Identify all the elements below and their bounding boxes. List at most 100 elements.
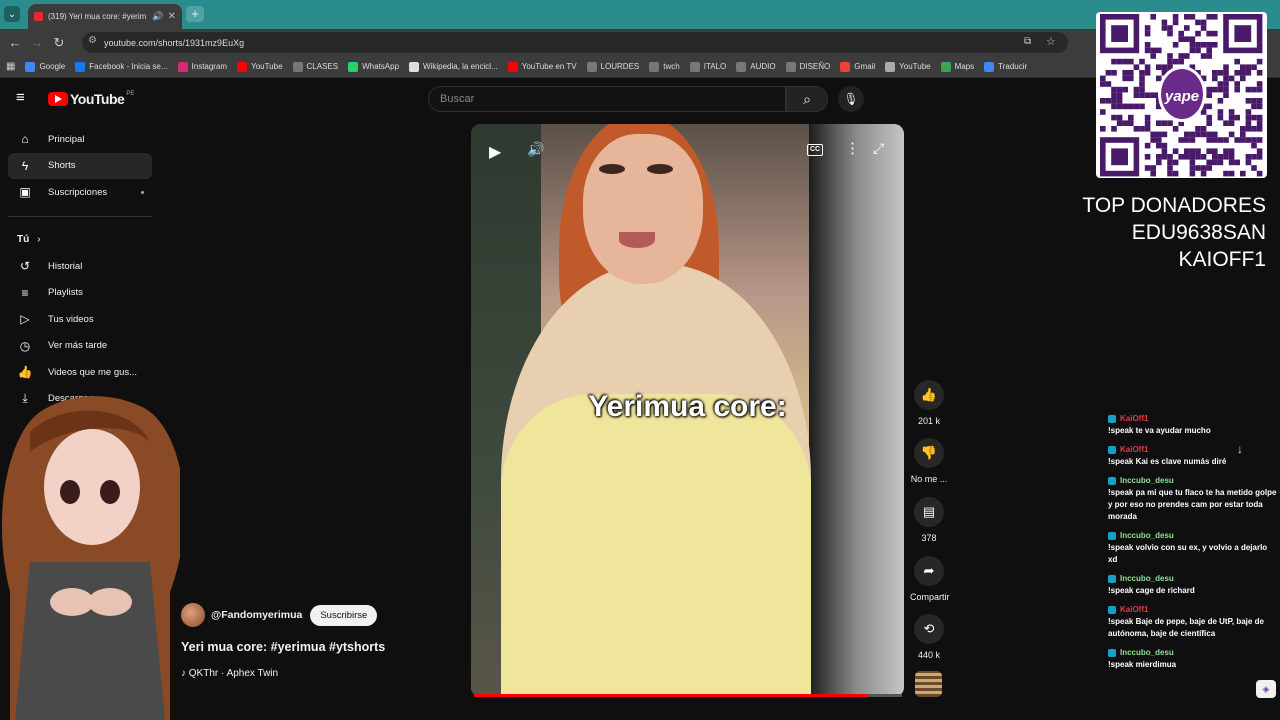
sound-thumbnail[interactable]: [915, 671, 942, 697]
sidebar-item-historial[interactable]: ↺ Historial: [8, 253, 152, 280]
share-button[interactable]: ➦: [914, 556, 944, 586]
subscribe-button[interactable]: Suscribirse: [310, 604, 378, 626]
tab-close-icon[interactable]: ✕: [168, 11, 176, 22]
site-info-icon[interactable]: ⚙: [88, 35, 97, 46]
sidebar-item-shorts[interactable]: ϟ Shorts: [8, 152, 152, 179]
qr-module: [1206, 42, 1212, 48]
qr-module: [1206, 148, 1212, 154]
qr-module: [1223, 170, 1229, 177]
bookmark-item[interactable]: YouTube: [237, 61, 283, 72]
remix-button[interactable]: ⟲: [914, 614, 944, 644]
qr-module: [1111, 86, 1117, 93]
bookmark-item[interactable]: Instagram: [177, 61, 227, 72]
chat-widget-icon[interactable]: ◈: [1256, 680, 1276, 698]
browser-tab[interactable]: (319) Yeri mua core: #yerim 🔊 ✕: [28, 4, 182, 29]
install-app-icon[interactable]: ⧉: [1024, 36, 1031, 47]
video-progress-fill: [474, 694, 868, 697]
bookmark-item[interactable]: twch: [649, 61, 680, 72]
sidebar-item-tus-videos[interactable]: ▷ Tus videos: [8, 306, 152, 333]
bookmark-item[interactable]: AUDIO: [736, 61, 776, 72]
forward-icon[interactable]: →: [26, 35, 48, 50]
bookmark-star-icon[interactable]: ☆: [1046, 35, 1056, 48]
qr-module: [1128, 120, 1134, 126]
video-progress-bar[interactable]: [474, 694, 902, 697]
back-icon[interactable]: ←: [4, 35, 26, 50]
bookmark-item[interactable]: Maps: [940, 61, 974, 72]
chat-scroll-down-icon[interactable]: ↓: [1237, 442, 1243, 456]
qr-module: [1167, 120, 1173, 126]
sidebar-item-principal[interactable]: ⌂ Principal: [8, 126, 152, 153]
channel-avatar[interactable]: [181, 603, 205, 627]
qr-module: [1200, 53, 1207, 59]
bookmark-item[interactable]: WhatsApp: [348, 61, 399, 72]
voice-search-button[interactable]: 🎙: [838, 86, 864, 112]
bookmark-item[interactable]: Wikipedia, la encicl...: [409, 61, 498, 72]
comments-button[interactable]: ▤: [914, 497, 944, 527]
channel-name[interactable]: @Fandomyerimua: [211, 609, 302, 621]
more-options-icon[interactable]: ⋮: [845, 139, 860, 157]
sidebar-item-videos-que-me-gus[interactable]: 👍 Videos que me gus...: [8, 359, 152, 386]
qr-module: [1167, 25, 1173, 31]
qr-module: [1133, 86, 1140, 93]
short-title[interactable]: Yeri mua core: #yerimua #ytshorts: [181, 640, 385, 654]
chat-message: Inccubo_desu !speak mierdimua: [1108, 648, 1278, 671]
qr-module: [1189, 170, 1196, 177]
search-input[interactable]: Buscar: [428, 86, 786, 112]
sidebar-item-ver-m-s-tarde[interactable]: ◷ Ver más tarde: [8, 333, 152, 360]
qr-module: [1184, 131, 1190, 138]
qr-module: [1212, 148, 1218, 154]
reload-icon[interactable]: ↻: [48, 35, 70, 51]
youtube-logo[interactable]: YouTube PE: [48, 91, 134, 107]
bookmark-item[interactable]: Google: [25, 61, 65, 72]
sidebar-item-label: Shorts: [48, 160, 76, 172]
qr-module: [1195, 19, 1201, 26]
music-label: QKThr · Aphex Twin: [188, 668, 279, 679]
qr-module: [1122, 86, 1128, 93]
sidebar-you-header[interactable]: Tú ›: [8, 227, 152, 254]
volume-icon[interactable]: 🔊: [527, 141, 544, 158]
qr-module: [1200, 154, 1207, 160]
bookmark-item[interactable]: CLASES: [292, 61, 338, 72]
menu-icon[interactable]: ≡: [16, 90, 32, 106]
sidebar-item-playlists[interactable]: ≡ Playlists: [8, 280, 152, 307]
qr-module: [1234, 137, 1240, 143]
bookmark-label: Gmail: [854, 62, 876, 71]
bookmark-item[interactable]: YouTube: [885, 61, 931, 72]
bookmark-item[interactable]: Gmail: [840, 61, 876, 72]
dislike-button[interactable]: 👎: [914, 438, 944, 468]
qr-module: [1100, 109, 1106, 115]
bookmark-item[interactable]: Traducir: [984, 61, 1027, 72]
chat-username: Inccubo_desu: [1108, 574, 1278, 583]
thumbs-up-icon: 👍: [920, 387, 938, 402]
bookmark-item[interactable]: YouTube en TV: [507, 61, 577, 72]
qr-module: [1234, 25, 1252, 42]
remix-count: 440 k: [917, 650, 941, 660]
search-button[interactable]: ⌕: [786, 86, 828, 112]
shorts-video-player[interactable]: Yerimua core: ▶ 🔊 CC ⋮ ⤢: [471, 124, 904, 697]
qr-module: [1111, 103, 1117, 110]
sidebar-item-suscripciones[interactable]: ▣ Suscripciones: [8, 179, 152, 206]
bookmark-item[interactable]: ITALO: [689, 61, 726, 72]
like-button[interactable]: 👍: [914, 380, 944, 410]
qr-module: [1256, 86, 1263, 93]
bookmark-item[interactable]: Facebook - Inicia se...: [75, 61, 168, 72]
play-icon[interactable]: ▶: [489, 142, 501, 162]
short-music[interactable]: ♪ QKThr · Aphex Twin: [181, 668, 278, 679]
chat-badge-icon: [1108, 574, 1116, 583]
bookmark-item[interactable]: LOURDES: [586, 61, 639, 72]
bookmark-favicon-icon: [736, 61, 747, 72]
new-tab-button[interactable]: +: [186, 6, 204, 22]
donation-qr-code: yape: [1096, 12, 1267, 178]
tab-audio-icon[interactable]: 🔊: [152, 11, 163, 22]
qr-module: [1200, 25, 1207, 31]
fullscreen-icon[interactable]: ⤢: [873, 140, 884, 157]
address-bar[interactable]: ⚙ youtube.com/shorts/1931mz9EuXg ⧉ ☆: [82, 32, 1068, 53]
qr-module: [1245, 98, 1252, 104]
qr-module: [1156, 137, 1162, 143]
tab-search-icon[interactable]: ⌄: [4, 6, 20, 22]
qr-module: [1189, 131, 1196, 138]
bookmark-favicon-icon: [840, 61, 851, 72]
apps-icon[interactable]: ▦: [6, 61, 15, 72]
bookmark-item[interactable]: DISEÑO: [785, 61, 830, 72]
closed-captions-icon[interactable]: CC: [807, 144, 823, 156]
